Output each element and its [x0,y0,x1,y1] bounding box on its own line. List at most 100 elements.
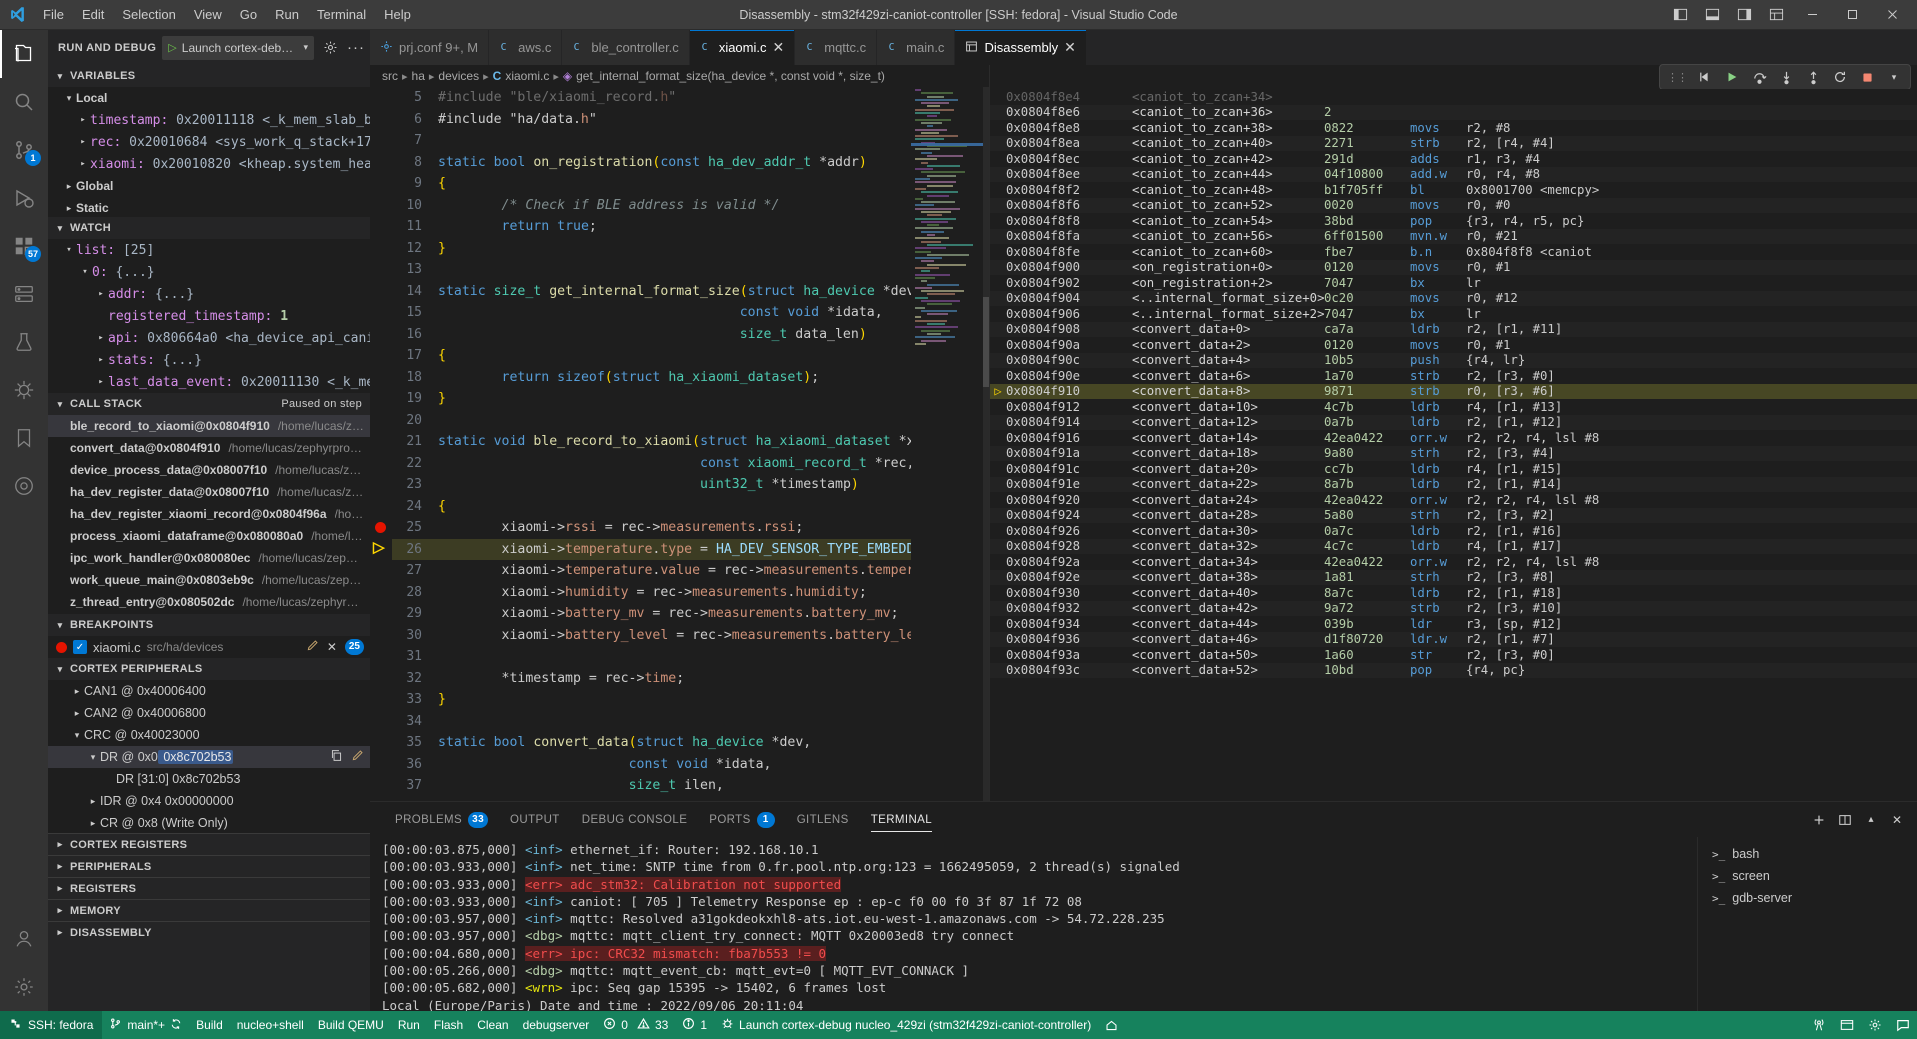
gear-icon[interactable] [1861,1011,1889,1039]
activitybar-item-bookmarks[interactable] [0,414,48,462]
breakpoints-list[interactable]: ✓ xiaomi.c src/ha/devices ✕ 25 [48,636,370,658]
watch-row[interactable]: ▾ list: [25] [48,239,370,261]
callstack-frame[interactable]: device_process_data@0x08007f10 /home/luc… [48,459,370,481]
callstack-section-header[interactable]: ▾ CALL STACK Paused on step [48,393,370,415]
code-line[interactable]: 9 { [392,173,911,195]
status-task-build[interactable]: Build [189,1011,230,1039]
editor-tab-aws-c[interactable]: C aws.c [489,30,563,65]
menu-item-run[interactable]: Run [266,3,308,26]
callstack-frame[interactable]: z_thread_entry@0x080502dc /home/lucas/ze… [48,591,370,613]
breakpoint-row[interactable]: ✓ xiaomi.c src/ha/devices ✕ 25 [48,636,370,658]
variables-section-header[interactable]: ▾ VARIABLES [48,65,370,87]
disassembly-row[interactable]: 0x0804f930 <convert_data+40> 8a7c ldrb r… [990,585,1917,601]
watch-row[interactable]: ▸ stats: {...} [48,349,370,371]
pencil-icon[interactable] [306,639,319,655]
debug-control-toolbar[interactable]: ⋮⋮ ▾ [1659,64,1911,90]
account-icon[interactable] [0,915,48,963]
close-icon[interactable]: ✕ [1885,809,1909,831]
reverse-continue-button[interactable] [1693,66,1717,88]
menu-item-selection[interactable]: Selection [113,3,184,26]
code-line[interactable]: 33 } [392,689,911,711]
disassembly-row[interactable]: 0x0804f920 <convert_data+24> 42ea0422 or… [990,492,1917,508]
sidebar-section-registers[interactable]: ▸ REGISTERS [48,877,370,899]
disassembly-row[interactable]: 0x0804f8e8 <caniot_to_zcan+38> 0822 movs… [990,120,1917,136]
disassembly-row[interactable]: 0x0804f8ea <caniot_to_zcan+40> 2271 strb… [990,135,1917,151]
panel-left-icon[interactable] [1665,2,1695,28]
panel-actions[interactable]: ▴ ✕ [1807,809,1917,831]
sidebar-section-cortex-registers[interactable]: ▸ CORTEX REGISTERS [48,833,370,855]
breakpoint-marker-icon[interactable] [375,522,386,533]
home-icon[interactable] [1098,1011,1125,1039]
panel-bottom-icon[interactable] [1697,2,1727,28]
disassembly-row[interactable]: 0x0804f902 <on_registration+2> 7047 bx l… [990,275,1917,291]
disassembly-row[interactable]: 0x0804f90e <convert_data+6> 1a70 strb r2… [990,368,1917,384]
disassembly-row[interactable]: 0x0804f8f2 <caniot_to_zcan+48> b1f705ff … [990,182,1917,198]
sidebar-collapsed-sections[interactable]: ▸ CORTEX REGISTERS ▸ PERIPHERALS ▸ REGIS… [48,833,370,943]
split-terminal-icon[interactable] [1833,809,1857,831]
panel-right-icon[interactable] [1729,2,1759,28]
code-line[interactable]: 11 return true; [392,216,911,238]
step-over-button[interactable] [1747,66,1771,88]
activitybar-item-explorer[interactable] [0,30,48,78]
menu-item-help[interactable]: Help [375,3,420,26]
status-task-debugserver[interactable]: debugserver [516,1011,597,1039]
code-line[interactable]: 29 xiaomi->battery_mv = rec->measurement… [392,603,911,625]
peripheral-row[interactable]: ▾ DR @ 0x0 0x8c702b53 [48,746,370,768]
peripheral-row[interactable]: ▸ IDR @ 0x4 0x00000000 [48,790,370,812]
menu-item-go[interactable]: Go [231,3,266,26]
disassembly-row[interactable]: 0x0804f8e6 <caniot_to_zcan+36> 2 [990,104,1917,120]
callstack-frame[interactable]: ha_dev_register_data@0x08007f10 /home/lu… [48,481,370,503]
terminal-output[interactable]: [00:00:03.875,000] <inf> ethernet_if: Ro… [370,837,1697,1011]
code-editor[interactable]: ▷ 5 #include "ble/xiaomi_record.h" 6 #in… [370,87,989,801]
disassembly-row[interactable]: 0x0804f8e4 <caniot_to_zcan+34> [990,89,1917,105]
status-debug-session[interactable]: Launch cortex-debug nucleo_429zi (stm32f… [714,1011,1098,1039]
breadcrumb-item[interactable]: get_internal_format_size(ha_device *, co… [576,69,885,83]
status-task-flash[interactable]: Flash [427,1011,470,1039]
status-bar-right[interactable] [1805,1011,1917,1039]
code-line[interactable]: 38 void *odata, [392,797,911,801]
minimap-scrollbar[interactable] [983,87,989,801]
stop-button[interactable] [1855,66,1879,88]
code-line[interactable]: 37 size_t ilen, [392,775,911,797]
code-line[interactable]: 28 xiaomi->humidity = rec->measurements.… [392,582,911,604]
editor-tab-mqttc-c[interactable]: C mqttc.c [795,30,878,65]
disassembly-row[interactable]: 0x0804f906 <..internal_format_size+2> 70… [990,306,1917,322]
breadcrumb-item[interactable]: ha [412,69,425,83]
code-line[interactable]: 30 xiaomi->battery_level = rec->measurem… [392,625,911,647]
pencil-icon[interactable] [351,749,364,765]
code-line[interactable]: 10 /* Check if BLE address is valid */ [392,195,911,217]
activity-bar[interactable]: 1 57 [0,30,48,1011]
continue-button[interactable] [1720,66,1744,88]
code-line[interactable]: 6 #include "ha/data.h" [392,109,911,131]
breakpoints-section-header[interactable]: ▾ BREAKPOINTS [48,614,370,636]
terminal-instances-list[interactable]: >_ bash >_ screen >_ gdb-server [1697,837,1917,1011]
sidebar-section-peripherals[interactable]: ▸ PERIPHERALS [48,855,370,877]
close-icon[interactable] [1873,1,1911,29]
watch-row[interactable]: ▸ addr: {...} [48,283,370,305]
editor-tab-main-c[interactable]: C main.c [877,30,956,65]
sidebar-section-memory[interactable]: ▸ MEMORY [48,899,370,921]
disassembly-row[interactable]: 0x0804f908 <convert_data+0> ca7a ldrb r2… [990,321,1917,337]
status-branch[interactable]: main*+ [102,1011,189,1039]
drag-grip-icon[interactable]: ⋮⋮ [1664,71,1690,84]
new-terminal-icon[interactable] [1807,809,1831,831]
ellipsis-icon[interactable]: ··· [346,38,366,58]
disassembly-row[interactable]: 0x0804f912 <convert_data+10> 4c7b ldrb r… [990,399,1917,415]
maximize-icon[interactable] [1833,1,1871,29]
panel-tab-ports[interactable]: PORTS 1 [698,802,785,837]
editor-tab-prj-conf[interactable]: prj.conf 9+, M [370,30,490,65]
feedback-icon[interactable] [1889,1011,1917,1039]
code-line[interactable]: 36 const void *idata, [392,754,911,776]
disassembly-row[interactable]: 0x0804f924 <convert_data+28> 5a80 strh r… [990,507,1917,523]
menu-item-terminal[interactable]: Terminal [308,3,375,26]
editor-tab-Disassembly[interactable]: Disassembly ✕ [955,30,1087,65]
step-into-button[interactable] [1774,66,1798,88]
disassembly-row[interactable]: ▷ 0x0804f910 <convert_data+8> 9871 strb … [990,383,1917,399]
variables-group-global[interactable]: ▸ Global [48,175,370,197]
code-line[interactable]: 26 xiaomi->temperature.type = HA_DEV_SEN… [392,538,911,560]
watch-row[interactable]: ▸ api: 0x80664a0 <ha_device_api_caniot> [48,327,370,349]
disassembly-row[interactable]: 0x0804f8f8 <caniot_to_zcan+54> 38bd pop … [990,213,1917,229]
disassembly-row[interactable]: 0x0804f8ec <caniot_to_zcan+42> 291d adds… [990,151,1917,167]
code-line[interactable]: 19 } [392,388,911,410]
disassembly-row[interactable]: 0x0804f934 <convert_data+44> 039b ldr r3… [990,616,1917,632]
